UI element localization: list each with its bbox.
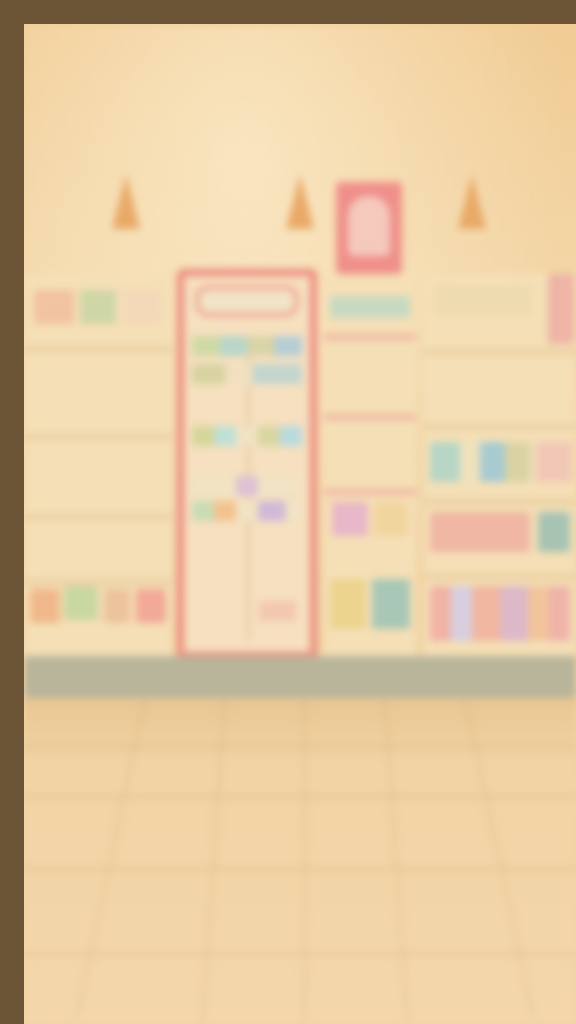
shelf-board xyxy=(24,434,172,440)
shelf-board xyxy=(24,514,172,520)
shelf-board xyxy=(424,349,576,355)
product xyxy=(136,589,166,623)
shelf-board xyxy=(324,414,416,420)
product xyxy=(104,589,130,623)
promo-poster xyxy=(336,182,402,274)
product xyxy=(548,274,574,344)
product xyxy=(374,502,408,536)
store-scene xyxy=(24,24,576,1024)
refrigerator-sign xyxy=(196,286,298,316)
ceiling-lamp-right xyxy=(458,174,486,229)
shelf-left xyxy=(24,274,172,659)
drink-row xyxy=(192,476,302,496)
product xyxy=(330,579,366,629)
drink-row xyxy=(192,364,302,384)
product xyxy=(372,579,410,629)
product xyxy=(430,512,530,552)
drink-row xyxy=(192,501,302,521)
floor-tile-line xyxy=(304,698,306,1024)
ceiling-lamp-center xyxy=(286,174,314,229)
product xyxy=(332,502,368,536)
product xyxy=(430,442,530,482)
shelf-board xyxy=(424,574,576,580)
shelf-base-strip xyxy=(24,656,576,698)
refrigerator xyxy=(177,269,317,659)
drink-row xyxy=(192,336,302,356)
tile-floor xyxy=(24,697,576,1024)
floor-tile-line xyxy=(24,796,576,798)
product xyxy=(536,442,572,482)
product xyxy=(34,290,74,324)
product xyxy=(430,586,570,641)
product xyxy=(80,290,116,324)
shelf-board xyxy=(424,499,576,505)
shelf-right xyxy=(424,274,576,659)
drink-row xyxy=(192,426,302,446)
floor-tile-line xyxy=(24,746,576,748)
product xyxy=(330,296,410,318)
screen-frame xyxy=(0,0,576,1024)
shelf-board xyxy=(24,346,172,352)
product xyxy=(64,586,98,620)
promo-poster-art xyxy=(348,196,390,256)
ceiling-lamp-left xyxy=(112,174,140,229)
drink-row xyxy=(259,601,296,621)
shelf-board xyxy=(324,334,416,340)
product xyxy=(538,512,570,552)
shelf-middle xyxy=(324,274,416,659)
shelf-sign xyxy=(434,286,532,316)
product xyxy=(122,290,162,324)
shelf-board xyxy=(24,579,172,585)
shelf-board xyxy=(324,489,416,495)
blurred-background xyxy=(24,24,576,1024)
shelf-board xyxy=(424,424,576,430)
floor-tile-line xyxy=(24,953,576,955)
product xyxy=(30,589,60,623)
